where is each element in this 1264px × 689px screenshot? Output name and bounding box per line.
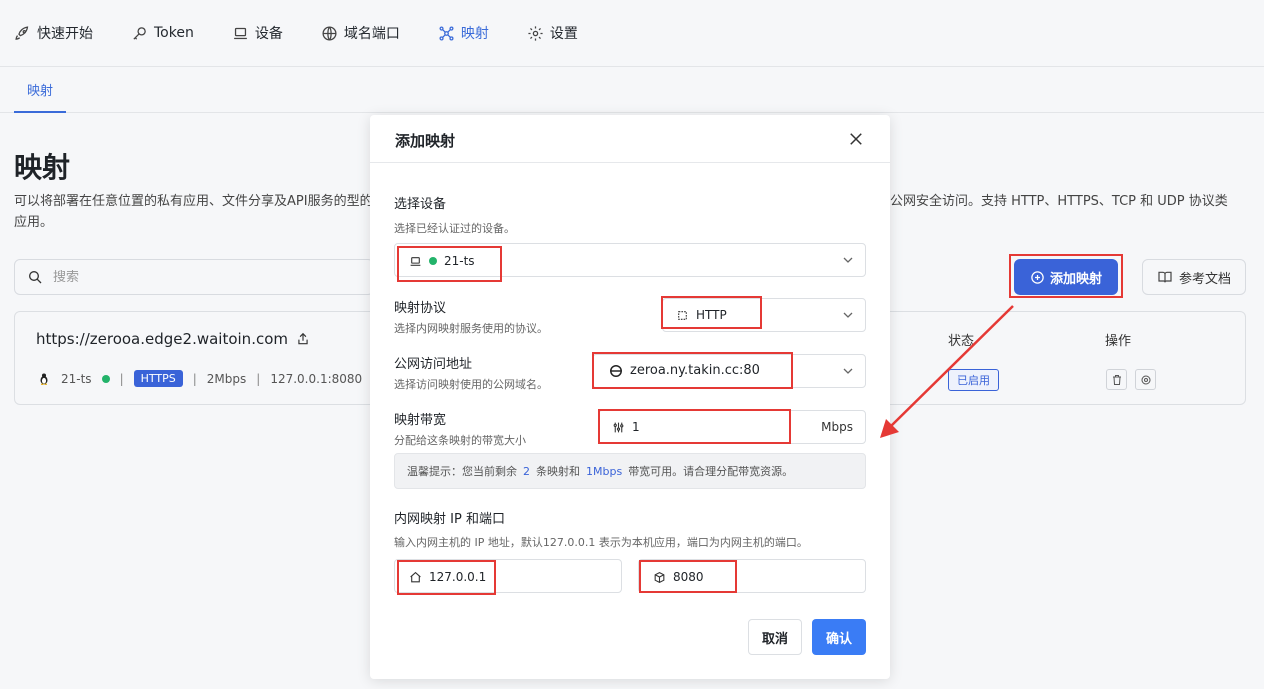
delete-button[interactable] [1106,369,1127,390]
dialog-header: 添加映射 [370,115,890,163]
rocket-icon [15,25,29,40]
globe-icon [322,25,337,41]
tip-text: 温馨提示：您当前剩余 [407,465,517,478]
share-icon[interactable] [296,332,310,346]
protocol-label: 映射协议 [394,301,447,316]
cancel-button[interactable]: 取消 [748,619,802,655]
nav-devices[interactable]: 设备 [232,18,283,48]
gear-icon [528,25,543,41]
annotation-box [598,409,791,444]
tip-text: 带宽可用。请合理分配带宽资源。 [628,465,794,478]
chevron-down-icon [843,312,853,318]
nav-domain-port[interactable]: 域名端口 [321,18,400,48]
mapping-target: 127.0.0.1:8080 [270,371,363,386]
nav-label: 映射 [460,26,489,42]
domain-hint: 选择访问映射使用的公网域名。 [394,378,548,391]
annotation-box [397,560,496,595]
linux-icon [40,372,48,385]
confirm-button[interactable]: 确认 [812,619,866,655]
bandwidth-label: 映射带宽 [394,413,447,428]
nav-label: 设备 [254,26,283,42]
chevron-down-icon [843,368,853,374]
tip-remaining-bandwidth: 1Mbps [586,464,623,478]
laptop-icon [233,27,247,39]
search-box [14,259,374,295]
bandwidth-hint: 分配给这条映射的带宽大小 [394,434,526,447]
divider: | [192,371,197,386]
target-label: 内网映射 IP 和端口 [394,512,505,527]
nav-token[interactable]: Token [131,18,194,48]
annotation-box [1009,254,1123,298]
network-icon [439,25,454,41]
protocol-hint: 选择内网映射服务使用的协议。 [394,322,548,335]
nav-mapping[interactable]: 映射 [438,18,489,48]
nav-label: 域名端口 [343,26,400,42]
annotation-box [592,352,793,389]
dialog-title: 添加映射 [395,132,456,150]
status-header: 状态 [948,334,975,349]
nav-label: 快速开始 [37,26,93,42]
target-hint: 输入内网主机的 IP 地址，默认127.0.0.1 表示为本机应用，端口为内网主… [394,536,808,549]
mapping-url[interactable]: https://zerooa.edge2.waitoin.com [36,330,310,348]
annotation-box [397,246,502,282]
add-mapping-dialog: 添加映射 选择设备 选择已经认证过的设备。 21-ts 映射协议 选择内网映射服… [370,115,890,679]
key-icon [133,26,146,40]
nav-label: Token [154,25,194,41]
docs-label: 参考文档 [1178,271,1231,287]
device-label: 选择设备 [394,197,447,212]
sub-nav: 映射 [0,66,1264,113]
tip-remaining-count: 2 [523,464,530,478]
settings-button[interactable] [1135,369,1156,390]
divider: | [119,371,124,386]
device-hint: 选择已经认证过的设备。 [394,222,515,235]
mapping-bandwidth: 2Mbps [206,371,247,386]
bandwidth-unit: Mbps [821,420,853,434]
book-icon [1158,271,1172,283]
tip-text: 条映射和 [536,465,580,478]
search-icon [29,271,42,284]
trash-icon [1112,374,1121,385]
close-icon[interactable] [847,130,865,148]
nav-label: 设置 [549,26,578,42]
gear-icon [1141,375,1150,384]
mapping-url-text: https://zerooa.edge2.waitoin.com [36,330,288,348]
docs-button[interactable]: 参考文档 [1142,259,1246,295]
top-nav: 快速开始 Token 设备 域名端口 映射 设置 [0,0,1264,66]
ops-header: 操作 [1105,334,1132,349]
annotation-box [639,560,737,593]
page-description-continued: 公网安全访问。支持 HTTP、HTTPS、TCP 和 UDP 协议类 [890,194,1228,209]
online-indicator [101,374,110,383]
bandwidth-tip: 温馨提示：您当前剩余 2 条映射和 1Mbps 带宽可用。请合理分配带宽资源。 [394,453,866,489]
protocol-badge: HTTPS [133,370,183,387]
nav-settings[interactable]: 设置 [527,18,578,48]
chevron-down-icon [843,257,853,263]
tab-mapping[interactable]: 映射 [14,67,66,113]
mapping-device: 21-ts [61,371,92,386]
page-description: 可以将部署在任意位置的私有应用、文件分享及API服务的型的应用。 [14,194,373,230]
page-title: 映射 [14,151,71,184]
annotation-box [661,296,762,329]
mapping-meta: 21-ts | HTTPS | 2Mbps | 127.0.0.1:8080 [37,370,362,387]
search-input[interactable] [53,269,223,285]
nav-quickstart[interactable]: 快速开始 [14,18,93,48]
divider: | [256,371,261,386]
status-badge: 已启用 [948,369,999,391]
domain-label: 公网访问地址 [394,357,473,372]
